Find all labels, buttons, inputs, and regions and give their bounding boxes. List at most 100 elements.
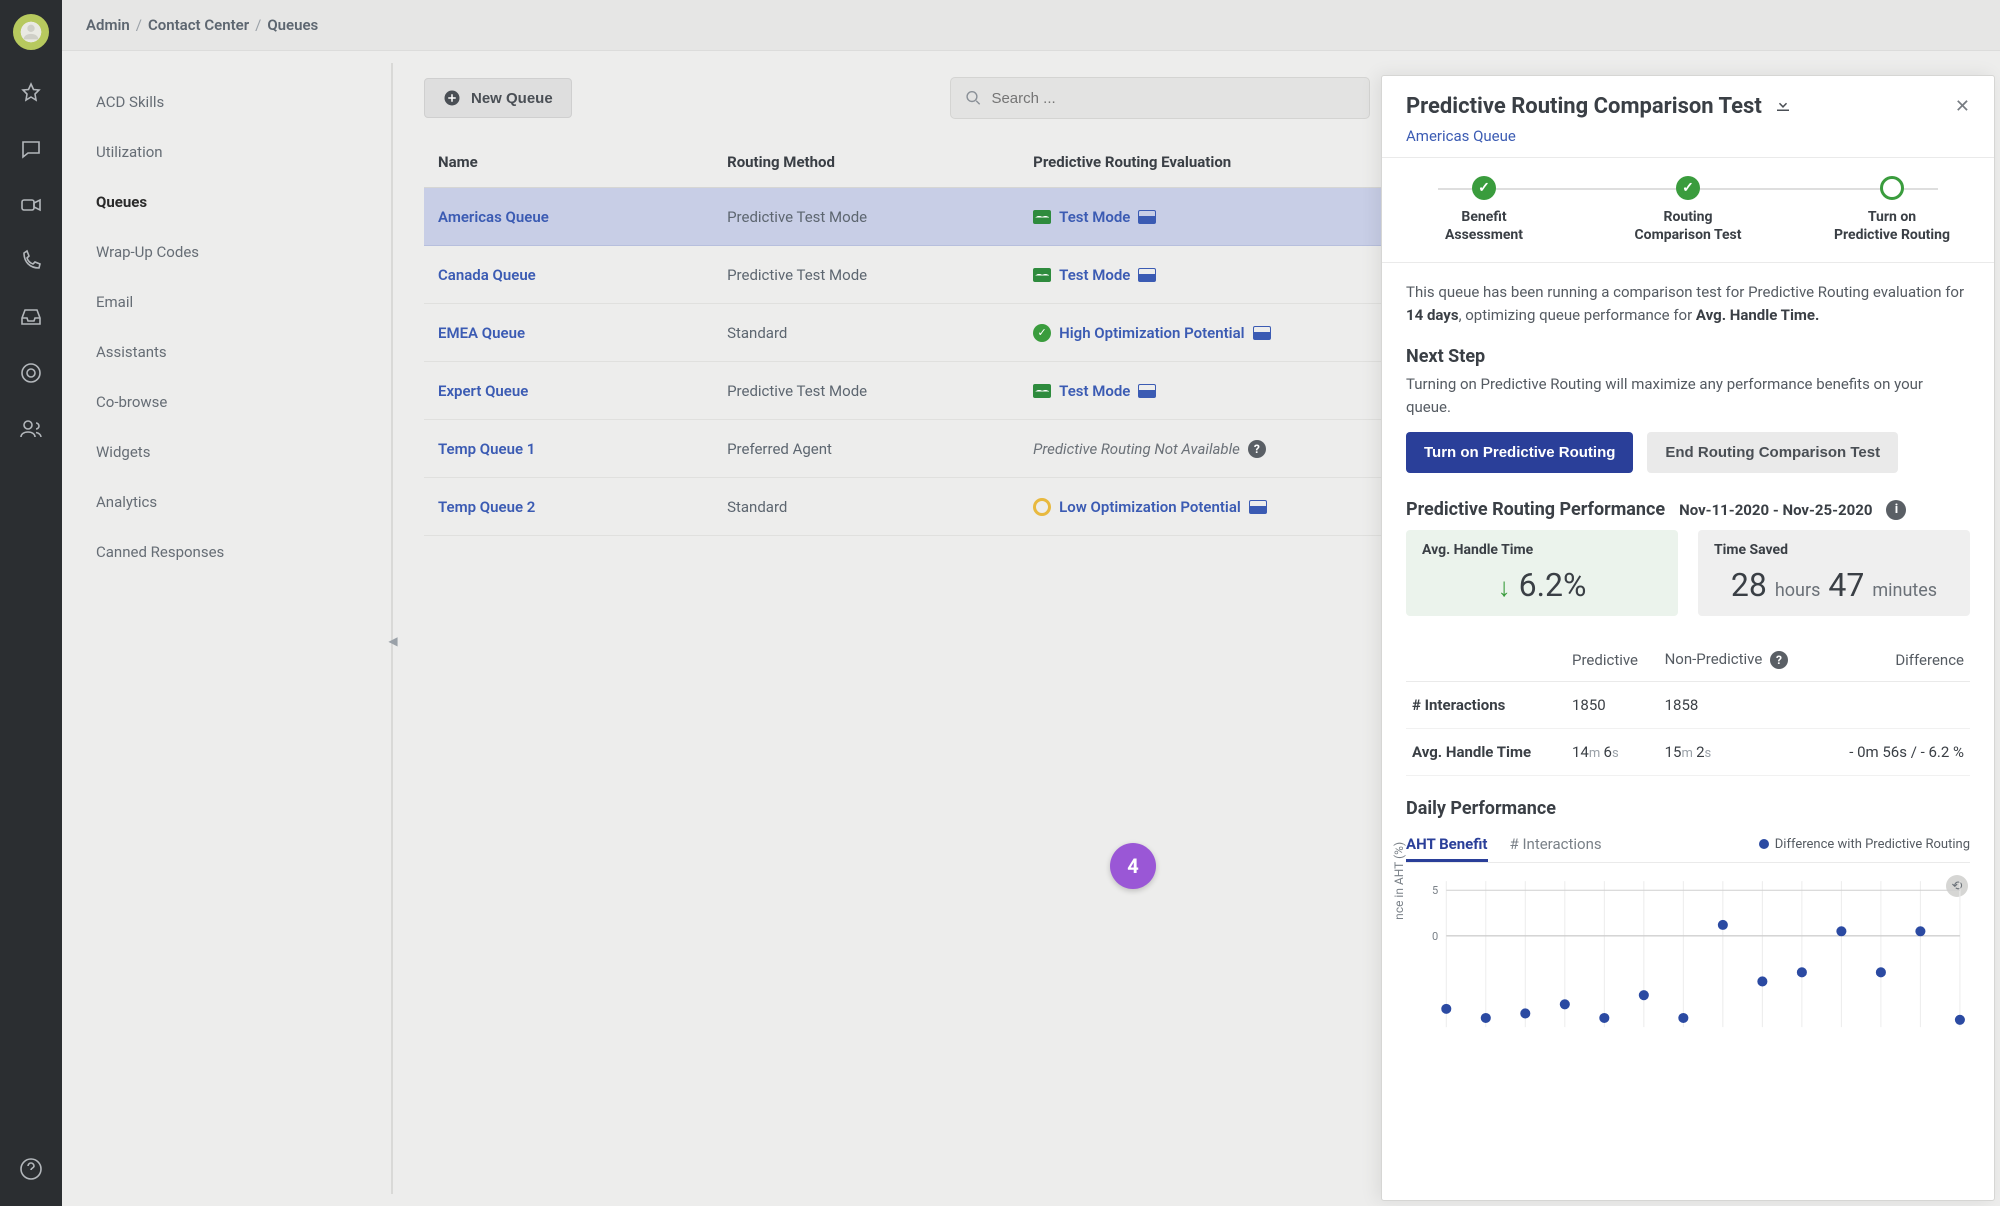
step-dot-done-icon: ✓ [1472, 176, 1496, 200]
check-icon: ✓ [1033, 324, 1051, 342]
queue-name-link[interactable]: Temp Queue 2 [438, 498, 535, 516]
queue-name-link[interactable]: Americas Queue [438, 208, 549, 226]
eval-link[interactable]: High Optimization Potential [1059, 324, 1244, 342]
panel-queue-link-a[interactable]: Americas Queue [1406, 127, 1516, 145]
sidebar-nav: ACD Skills Utilization Queues Wrap-Up Co… [74, 63, 392, 1194]
sidebar-item-utilization[interactable]: Utilization [74, 127, 392, 177]
test-mode-icon [1033, 268, 1051, 282]
step-benefit: ✓ BenefitAssessment [1399, 176, 1569, 244]
col-routing[interactable]: Routing Method [713, 137, 1019, 188]
end-comparison-button[interactable]: End Routing Comparison Test [1647, 432, 1898, 473]
help-icon[interactable]: ? [1770, 651, 1788, 669]
tab-strip: AHT Benefit # Interactions Difference wi… [1406, 829, 1970, 863]
step-comparison: ✓ RoutingComparison Test [1603, 176, 1773, 244]
target-icon[interactable] [18, 360, 44, 386]
video-icon[interactable] [18, 192, 44, 218]
queue-name-link[interactable]: EMEA Queue [438, 324, 525, 342]
kpi-min: 47 [1828, 566, 1864, 604]
collapse-caret-icon[interactable]: ◀ [386, 628, 400, 654]
routing-method: Predictive Test Mode [713, 362, 1019, 420]
chart-icon[interactable] [1138, 268, 1156, 282]
step-turnon: Turn onPredictive Routing [1807, 176, 1977, 244]
step-label: BenefitAssessment [1445, 208, 1523, 244]
eval-link[interactable]: Test Mode [1059, 266, 1130, 284]
stats-h1: Predictive [1566, 638, 1659, 682]
routing-method: Standard [713, 478, 1019, 536]
search-input[interactable] [991, 90, 1354, 107]
stats-pred: 1850 [1566, 682, 1659, 729]
queue-name-link[interactable]: Expert Queue [438, 382, 528, 400]
sidebar-item-widgets[interactable]: Widgets [74, 427, 392, 477]
sidebar-item-queues[interactable]: Queues [74, 177, 392, 227]
breadcrumb-sep: / [136, 16, 142, 34]
sidebar-item-email[interactable]: Email [74, 277, 392, 327]
plus-circle-icon [443, 89, 461, 107]
queue-name-link[interactable]: Temp Queue 1 [438, 440, 535, 458]
eval-link[interactable]: Low Optimization Potential [1059, 498, 1241, 516]
chart-icon[interactable] [1138, 384, 1156, 398]
avatar[interactable] [13, 14, 49, 50]
chart-icon[interactable] [1249, 500, 1267, 514]
queue-name-link[interactable]: Canada Queue [438, 266, 536, 284]
eval-link[interactable]: Test Mode [1059, 208, 1130, 226]
new-queue-label: New Queue [471, 90, 553, 107]
new-queue-button[interactable]: New Queue [424, 78, 572, 118]
sidebar-item-cobrowse[interactable]: Co-browse [74, 377, 392, 427]
tab-interactions[interactable]: # Interactions [1510, 829, 1602, 859]
chat-icon[interactable] [18, 136, 44, 162]
breadcrumb-leaf: Queues [267, 16, 318, 34]
eval-na: Predictive Routing Not Available [1033, 440, 1240, 458]
arrow-down-icon: ↓ [1498, 572, 1511, 603]
stats-table: Predictive Non-Predictive ? Difference #… [1406, 638, 1970, 776]
breadcrumb-mid[interactable]: Contact Center [148, 16, 249, 34]
stats-nonpred: 15m 2s [1659, 729, 1820, 776]
eval-link[interactable]: Test Mode [1059, 382, 1130, 400]
inbox-icon[interactable] [18, 304, 44, 330]
kpi-timesaved: Time Saved 28 hours 47 minutes [1698, 530, 1970, 616]
star-icon[interactable] [18, 80, 44, 106]
sidebar-item-canned[interactable]: Canned Responses [74, 527, 392, 577]
chart-ylabel: nce in AHT (%) [1392, 842, 1406, 920]
next-step-body: Turning on Predictive Routing will maxim… [1406, 373, 1970, 418]
close-icon[interactable]: ✕ [1955, 96, 1970, 117]
sidebar-item-assistants[interactable]: Assistants [74, 327, 392, 377]
tab-aht[interactable]: AHT Benefit [1406, 829, 1488, 862]
turn-on-routing-button[interactable]: Turn on Predictive Routing [1406, 432, 1633, 473]
download-icon[interactable] [1774, 96, 1792, 118]
stats-h2: Non-Predictive ? [1659, 638, 1820, 682]
step-label: RoutingComparison Test [1635, 208, 1742, 244]
kpi-aht: Avg. Handle Time ↓ 6.2% [1406, 530, 1678, 616]
next-step-head: Next Step [1406, 346, 1970, 367]
sidebar-item-acd-skills[interactable]: ACD Skills [74, 77, 392, 127]
chart-legend: Difference with Predictive Routing [1759, 837, 1970, 852]
stats-h3: Difference [1819, 638, 1970, 682]
side-panel-header: Predictive Routing Comparison Test ✕ [1382, 76, 1994, 127]
perf-title: Predictive Routing Performance [1406, 499, 1665, 520]
test-mode-icon [1033, 210, 1051, 224]
stats-pred: 14m 6s [1566, 729, 1659, 776]
svg-text:0: 0 [1432, 930, 1438, 943]
breadcrumb-root[interactable]: Admin [86, 16, 130, 34]
phone-icon[interactable] [18, 248, 44, 274]
daily-perf: Daily Performance AHT Benefit # Interact… [1406, 798, 1970, 1031]
left-rail [0, 0, 62, 1206]
sidebar-item-wrapup[interactable]: Wrap-Up Codes [74, 227, 392, 277]
panel-buttons: Turn on Predictive Routing End Routing C… [1406, 432, 1970, 473]
col-name[interactable]: Name [424, 137, 713, 188]
step-bar: ✓ BenefitAssessment ✓ RoutingComparison … [1382, 157, 1994, 263]
users-icon[interactable] [18, 416, 44, 442]
chart-icon[interactable] [1253, 326, 1271, 340]
info-icon[interactable]: i [1886, 500, 1906, 520]
kpi-time-label: Time Saved [1714, 542, 1954, 558]
help-icon[interactable] [18, 1156, 44, 1182]
perf-header: Predictive Routing Performance Nov-11-20… [1406, 499, 1970, 520]
search-box[interactable] [950, 77, 1370, 119]
stats-diff: - 0m 56s / - 6.2 % [1819, 729, 1970, 776]
step-dot-done-icon: ✓ [1676, 176, 1700, 200]
help-icon[interactable]: ? [1248, 440, 1266, 458]
ring-icon [1033, 498, 1051, 516]
perf-dates: Nov-11-2020 - Nov-25-2020 [1679, 501, 1872, 519]
chart-icon[interactable] [1138, 210, 1156, 224]
sidebar-item-analytics[interactable]: Analytics [74, 477, 392, 527]
routing-method: Standard [713, 304, 1019, 362]
